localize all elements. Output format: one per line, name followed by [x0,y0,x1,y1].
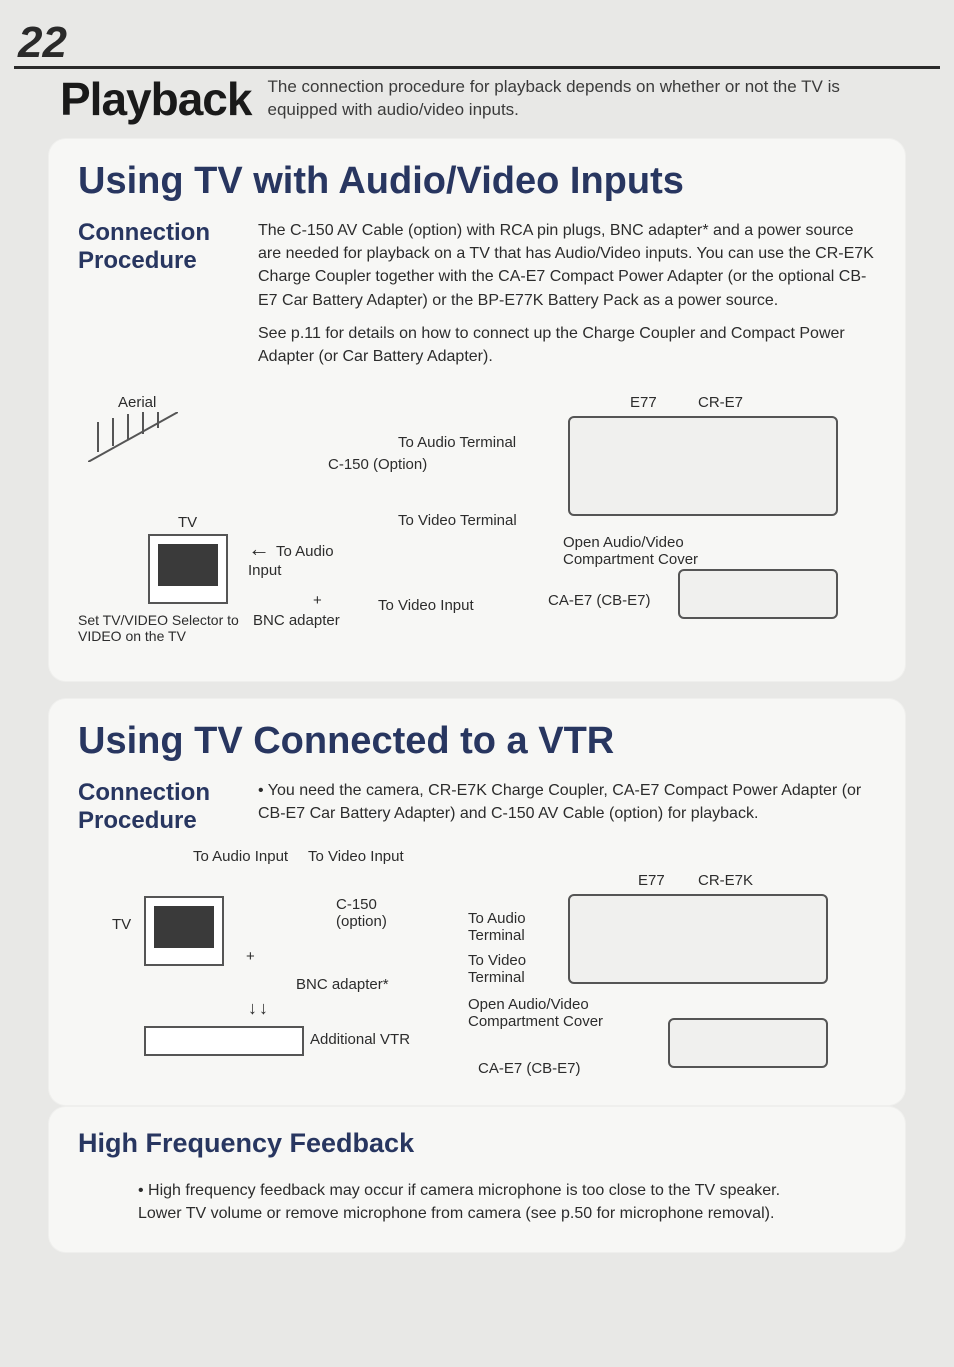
label-cr-e7: CR-E7 [698,394,743,411]
section-high-frequency-feedback: High Frequency Feedback High frequency f… [0,1106,954,1277]
label-set-selector: Set TV/VIDEO Selector to VIDEO on the TV [78,612,253,644]
section1-title: Using TV with Audio/Video Inputs [78,160,876,203]
label-to-video-terminal: To Video Terminal [398,512,517,529]
label-c150-2: C-150 (option) [336,896,406,930]
label-bnc-adapter: BNC adapter [253,612,340,629]
label-tv: TV [178,514,197,531]
adapter-icon [678,569,838,619]
page-header: Playback The connection procedure for pl… [60,72,894,126]
label-ca-e7: CA-E7 (CB-E7) [548,592,651,609]
tv-icon [148,534,228,604]
label-c150-option: C-150 (Option) [328,456,427,473]
diagram-tv-av: Aerial TV To Audio Terminal C-150 (Optio… [78,394,876,654]
adapter-icon-2 [668,1018,828,1068]
section2-bullet: You need the camera, CR-E7K Charge Coupl… [258,779,876,825]
camera-icon [568,416,838,516]
label-e77: E77 [630,394,657,411]
section3-title: High Frequency Feedback [78,1128,876,1159]
section1-side-heading: Connection Procedure [78,219,238,378]
label-e77-2: E77 [638,872,665,889]
section2-body: You need the camera, CR-E7K Charge Coupl… [258,779,876,834]
label-additional-vtr: Additional VTR [310,1031,410,1048]
horizontal-rule [14,66,940,69]
label-to-video-terminal-2: To Video Terminal [468,952,548,986]
diagram-tv-vtr: To Audio Input To Video Input TV C-150 (… [78,848,876,1078]
tv-icon-2 [144,896,224,966]
page-title: Playback [60,72,251,126]
label-to-audio-terminal-2: To Audio Terminal [468,910,548,944]
label-ca-e7-2: CA-E7 (CB-E7) [478,1060,581,1077]
section-using-tv-vtr: Using TV Connected to a VTR Connection P… [0,698,954,1130]
section1-para2: See p.11 for details on how to connect u… [258,322,876,368]
label-to-audio-input: To Audio Input [248,536,348,579]
label-aerial: Aerial [118,394,156,411]
label-tv-2: TV [112,916,131,933]
camera-icon-2 [568,894,828,984]
label-to-audio-terminal: To Audio Terminal [398,434,516,451]
label-open-cover: Open Audio/Video Compartment Cover [563,534,723,568]
label-plus: + [313,592,322,609]
arrows-down-icon [248,998,270,1019]
section2-title: Using TV Connected to a VTR [78,720,876,763]
section2-side-heading: Connection Procedure [78,779,238,834]
section-using-tv-av-inputs: Using TV with Audio/Video Inputs Connect… [0,138,954,727]
section3-bullet: High frequency feedback may occur if cam… [138,1179,816,1225]
vtr-icon [144,1026,304,1056]
section1-body: The C-150 AV Cable (option) with RCA pin… [258,219,876,378]
label-bnc-2: BNC adapter* [296,976,389,993]
section3-body: High frequency feedback may occur if cam… [78,1179,876,1225]
label-to-video-input: To Video Input [378,597,474,614]
aerial-icon [88,412,178,462]
page-number: 22 [18,18,67,68]
label-cr-e7k: CR-E7K [698,872,753,889]
label-to-video-input-2: To Video Input [308,848,404,865]
section1-para1: The C-150 AV Cable (option) with RCA pin… [258,219,876,312]
label-open-cover-2: Open Audio/Video Compartment Cover [468,996,628,1030]
label-to-audio-input-2: To Audio Input [193,848,288,865]
label-plus-2: + [246,948,255,965]
page-subtitle: The connection procedure for playback de… [267,76,857,122]
